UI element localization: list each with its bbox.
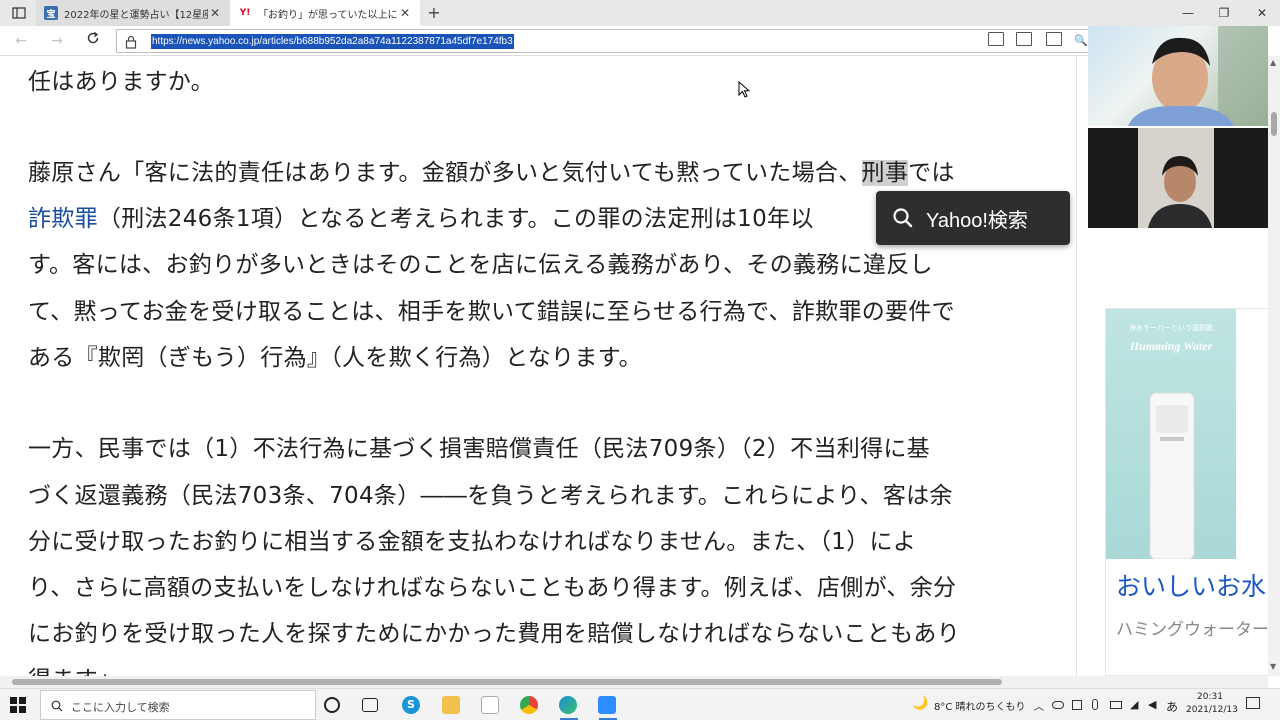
- video-participant-1: [1088, 26, 1268, 126]
- close-tab-icon[interactable]: ✕: [208, 6, 222, 20]
- search-icon: [893, 208, 913, 228]
- cortana-icon[interactable]: [324, 697, 340, 713]
- article-line: 詐欺罪（刑法246条1項）となると考えられます。この罪の法定刑は10年以: [28, 199, 814, 233]
- windows-taskbar: ここに入力して検索 S 🌙 8°C 晴れのちくもり ︿ ◢ ◀ あ 20:31 …: [0, 688, 1280, 720]
- article-line: づく返還義務（民法703条、704条）――を負うと考えられます。これらにより、客…: [28, 476, 953, 510]
- yahoo-favicon-icon: Y!: [239, 8, 251, 18]
- back-arrow-icon[interactable]: ←: [10, 31, 32, 51]
- article-text: り、さらに高額の支払いをしなければならないこともあり得ます。例えば、店側が、余分: [28, 575, 957, 601]
- article-line: 藤原さん「客に法的責任はあります。金額が多いと気付いても黙っていた場合、刑事では: [28, 153, 955, 187]
- tab-yahoo-news[interactable]: Y! 「お釣り」が思っていた以上に多い→黙 ✕: [230, 0, 420, 26]
- new-tab-icon[interactable]: +: [424, 3, 444, 23]
- article-line: にお釣りを受け取った人を探すためにかかった費用を賠償しなければならないこともあり: [28, 614, 960, 648]
- search-icon: [51, 700, 63, 712]
- vertical-scroll-thumb[interactable]: [1271, 112, 1277, 136]
- url-input[interactable]: https://news.yahoo.co.jp/articles/b688b9…: [116, 29, 1096, 53]
- skype-icon[interactable]: S: [402, 696, 420, 714]
- article-line: 得ます」: [28, 660, 121, 676]
- close-window-icon[interactable]: ✕: [1244, 0, 1280, 26]
- ad-title[interactable]: おいしいお水: [1116, 567, 1266, 603]
- refresh-icon[interactable]: [82, 31, 104, 51]
- forward-arrow-icon[interactable]: →: [46, 31, 68, 51]
- network-icon[interactable]: ◢: [1130, 698, 1138, 711]
- article-text: にお釣りを受け取った人を探すためにかかった費用を賠償しなければならないこともあり: [28, 621, 960, 647]
- qr-code-icon[interactable]: [1016, 32, 1032, 46]
- tray-app-icon[interactable]: [1072, 700, 1082, 710]
- snipping-tool-icon[interactable]: [481, 696, 499, 714]
- ad-subtitle: ハミングウォーター: [1116, 620, 1269, 640]
- tab-title: 「お釣り」が思っていた以上に多い→黙: [258, 9, 398, 21]
- minimize-icon[interactable]: —: [1170, 0, 1206, 26]
- highlighted-text[interactable]: 刑事: [861, 160, 909, 186]
- onedrive-icon[interactable]: [1052, 701, 1064, 709]
- clock-date: 2021/12/13: [1186, 705, 1238, 715]
- restore-icon[interactable]: ❐: [1206, 0, 1242, 26]
- article-line: す。客には、お釣りが多いときはそのことを店に伝える義務があり、その義務に違反し: [28, 245, 933, 279]
- article-line: ある『欺罔（ぎもう）行為』（人を欺く行為）となります。: [28, 338, 642, 372]
- column-divider: [1076, 56, 1077, 676]
- horizontal-scroll-thumb[interactable]: [12, 679, 1002, 685]
- battery-icon[interactable]: [1110, 701, 1122, 709]
- yahoo-search-popup[interactable]: Yahoo!検索: [876, 191, 1070, 245]
- split-screen-icon[interactable]: [1046, 32, 1062, 46]
- mouse-cursor-icon: [738, 80, 751, 103]
- article-body: 任はありますか。藤原さん「客に法的責任はあります。金額が多いと気付いても黙ってい…: [0, 56, 1076, 676]
- vertical-scrollbar[interactable]: ▲ ▼: [1268, 56, 1280, 676]
- article-text: （刑法246条1項）となると考えられます。この罪の法定刑は10年以: [97, 206, 814, 232]
- windows-start-icon[interactable]: [10, 697, 26, 717]
- file-explorer-icon[interactable]: [442, 696, 460, 714]
- scroll-down-icon[interactable]: ▼: [1270, 662, 1276, 671]
- address-bar: ← → https://news.yahoo.co.jp/articles/b6…: [0, 26, 1096, 56]
- article-text: 任はありますか。: [28, 69, 214, 95]
- tab-horoscope[interactable]: 宝 2022年の星と運勢占い【12星座別 ✕: [36, 0, 230, 26]
- article-text: て、黙ってお金を受け取ることは、相手を欺いて錯誤に至らせる行為で、詐欺罪の要件で: [28, 299, 955, 325]
- taskbar-search-input[interactable]: ここに入力して検索: [40, 690, 316, 720]
- lock-icon[interactable]: [125, 34, 139, 49]
- ime-indicator[interactable]: あ: [1166, 698, 1178, 715]
- article-text: では: [908, 160, 955, 186]
- article-text: ある『欺罔（ぎもう）行為』（人を欺く行為）となります。: [28, 345, 642, 371]
- microphone-icon[interactable]: [1092, 699, 1098, 710]
- taskbar-search-placeholder: ここに入力して検索: [71, 701, 170, 714]
- article-text: す。客には、お釣りが多いときはそのことを店に伝える義務があり、その義務に違反し: [28, 252, 933, 278]
- article-text: 藤原さん「客に法的責任はあります。金額が多いと気付いても黙っていた場合、: [28, 160, 862, 186]
- taskbar-clock[interactable]: 20:31 2021/12/13: [1186, 691, 1238, 717]
- tab-title: 2022年の星と運勢占い【12星座別: [64, 9, 208, 21]
- water-server-image: 浄水サーバーという選択肢 Humming Water: [1106, 309, 1236, 559]
- chrome-icon[interactable]: [520, 696, 538, 714]
- article-line: 任はありますか。: [28, 62, 214, 96]
- article-line: 一方、民事では（1）不法行為に基づく損害賠償責任（民法709条）（2）不当利得に…: [28, 429, 930, 463]
- fraud-link[interactable]: 詐欺罪: [28, 206, 98, 232]
- weather-moon-icon[interactable]: 🌙: [912, 696, 928, 711]
- zoom-app-icon[interactable]: [598, 696, 616, 714]
- notification-icon[interactable]: [1246, 697, 1260, 709]
- url-text[interactable]: https://news.yahoo.co.jp/articles/b688b9…: [151, 34, 514, 49]
- tab-actions-icon[interactable]: [6, 4, 32, 22]
- horizontal-scrollbar[interactable]: [0, 676, 1268, 688]
- article-text: づく返還義務（民法703条、704条）――を負うと考えられます。これらにより、客…: [28, 483, 953, 509]
- article-text: 分に受け取ったお釣りに相当する金額を支払わなければなりません。また、（1）によ: [28, 529, 917, 555]
- clock-time: 20:31: [1197, 692, 1223, 702]
- browser-tab-bar: 宝 2022年の星と運勢占い【12星座別 ✕ Y! 「お釣り」が思っていた以上に…: [0, 0, 1280, 26]
- video-participant-2: [1088, 128, 1268, 228]
- weather-text[interactable]: 8°C 晴れのちくもり: [934, 698, 1026, 713]
- horoscope-favicon-icon: 宝: [44, 6, 58, 20]
- scroll-up-icon[interactable]: ▲: [1270, 58, 1276, 67]
- close-tab-icon[interactable]: ✕: [398, 6, 412, 20]
- article-line: 分に受け取ったお釣りに相当する金額を支払わなければなりません。また、（1）によ: [28, 522, 916, 556]
- yahoo-search-label: Yahoo!検索: [926, 209, 1028, 232]
- article-text: 一方、民事では（1）不法行為に基づく損害賠償責任（民法709条）（2）不当利得に…: [28, 436, 930, 462]
- advertisement[interactable]: 浄水サーバーという選択肢 Humming Water おいしいお水 ハミングウォ…: [1105, 308, 1275, 676]
- volume-icon[interactable]: ◀: [1148, 698, 1156, 711]
- tray-chevron-icon[interactable]: ︿: [1034, 698, 1044, 713]
- article-line: り、さらに高額の支払いをしなければならないこともあり得ます。例えば、店側が、余分: [28, 568, 956, 602]
- reading-view-icon[interactable]: [988, 32, 1004, 46]
- article-line: て、黙ってお金を受け取ることは、相手を欺いて錯誤に至らせる行為で、詐欺罪の要件で: [28, 292, 955, 326]
- edge-icon[interactable]: [559, 696, 577, 714]
- article-text: 得ます」: [28, 667, 121, 676]
- task-view-icon[interactable]: [362, 698, 378, 712]
